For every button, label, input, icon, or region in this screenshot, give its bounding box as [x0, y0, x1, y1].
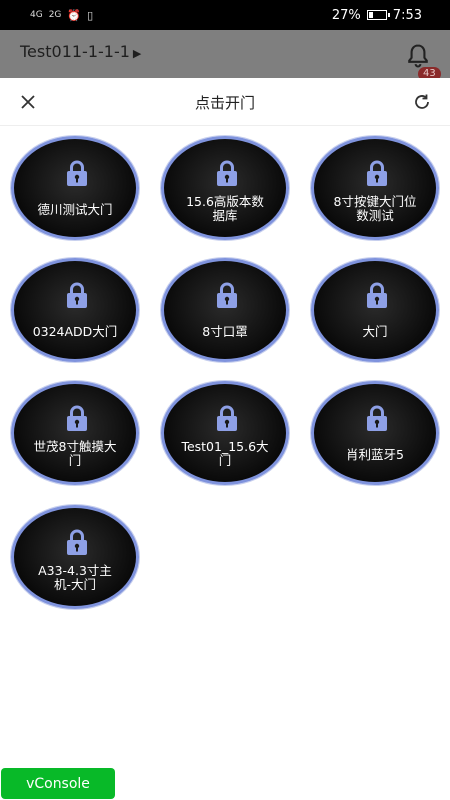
- lock-icon: [217, 405, 237, 431]
- status-left: 4G 2G ⏰ ▯: [30, 0, 93, 30]
- door-button[interactable]: 德川测试大门: [11, 136, 139, 240]
- caret-right-icon: ▶: [132, 47, 142, 60]
- alarm-icon: ⏰: [67, 8, 82, 22]
- battery-percent: 27%: [331, 7, 361, 23]
- door-label: 8寸口罩: [202, 324, 248, 339]
- lock-icon: [217, 160, 237, 186]
- lock-icon: [67, 160, 87, 186]
- door-label: 世茂8寸触摸大门: [33, 439, 117, 468]
- lock-icon: [217, 282, 237, 308]
- door-label: A33-4.3寸主机-大门: [38, 563, 112, 592]
- door-button[interactable]: 世茂8寸触摸大门: [11, 381, 139, 485]
- sheet-header: 点击开门: [0, 78, 450, 126]
- door-label: 0324ADD大门: [32, 324, 118, 339]
- signal-icon: 4G: [30, 10, 43, 20]
- door-button[interactable]: 8寸按键大门位数测试: [311, 136, 439, 240]
- signal-icon-2: 2G: [48, 10, 62, 20]
- unit-selector[interactable]: Test011-1-1-1 ▶: [20, 42, 141, 61]
- clock: 7:53: [392, 7, 422, 23]
- lock-icon: [367, 405, 387, 431]
- door-button[interactable]: 8寸口罩: [161, 258, 289, 362]
- sheet-title: 点击开门: [194, 94, 255, 112]
- lock-icon: [67, 529, 87, 555]
- door-label: 8寸按键大门位数测试: [333, 194, 417, 223]
- door-label: 肖利蓝牙5: [346, 447, 404, 462]
- door-label: 15.6高版本数据库: [186, 194, 264, 223]
- vconsole-button[interactable]: vConsole: [1, 768, 115, 799]
- unit-title: Test011-1-1-1: [20, 42, 130, 61]
- open-door-sheet: 点击开门 德川测试大门 15.6高版本数据库 8寸按键大门位数测试 0324ADD大门…: [0, 78, 450, 800]
- status-bar: 4G 2G ⏰ ▯ 27% 7:53: [0, 0, 450, 30]
- door-label: 大门: [362, 324, 388, 339]
- door-label: Test01_15.6大门: [181, 439, 269, 468]
- refresh-icon[interactable]: [412, 92, 432, 112]
- lock-icon: [367, 282, 387, 308]
- battery-icon: [366, 10, 390, 20]
- app-header: Test011-1-1-1 ▶ 43: [0, 30, 450, 81]
- door-button[interactable]: 肖利蓝牙5: [311, 381, 439, 485]
- door-button[interactable]: A33-4.3寸主机-大门: [11, 505, 139, 609]
- door-button[interactable]: 大门: [311, 258, 439, 362]
- lock-icon: [367, 160, 387, 186]
- vibrate-icon: ▯: [87, 8, 94, 22]
- door-button[interactable]: 15.6高版本数据库: [161, 136, 289, 240]
- lock-icon: [67, 405, 87, 431]
- door-button[interactable]: Test01_15.6大门: [161, 381, 289, 485]
- bell-icon[interactable]: [404, 42, 432, 70]
- lock-icon: [67, 282, 87, 308]
- door-label: 德川测试大门: [37, 202, 113, 217]
- door-button[interactable]: 0324ADD大门: [11, 258, 139, 362]
- status-right: 27% 7:53: [332, 0, 422, 30]
